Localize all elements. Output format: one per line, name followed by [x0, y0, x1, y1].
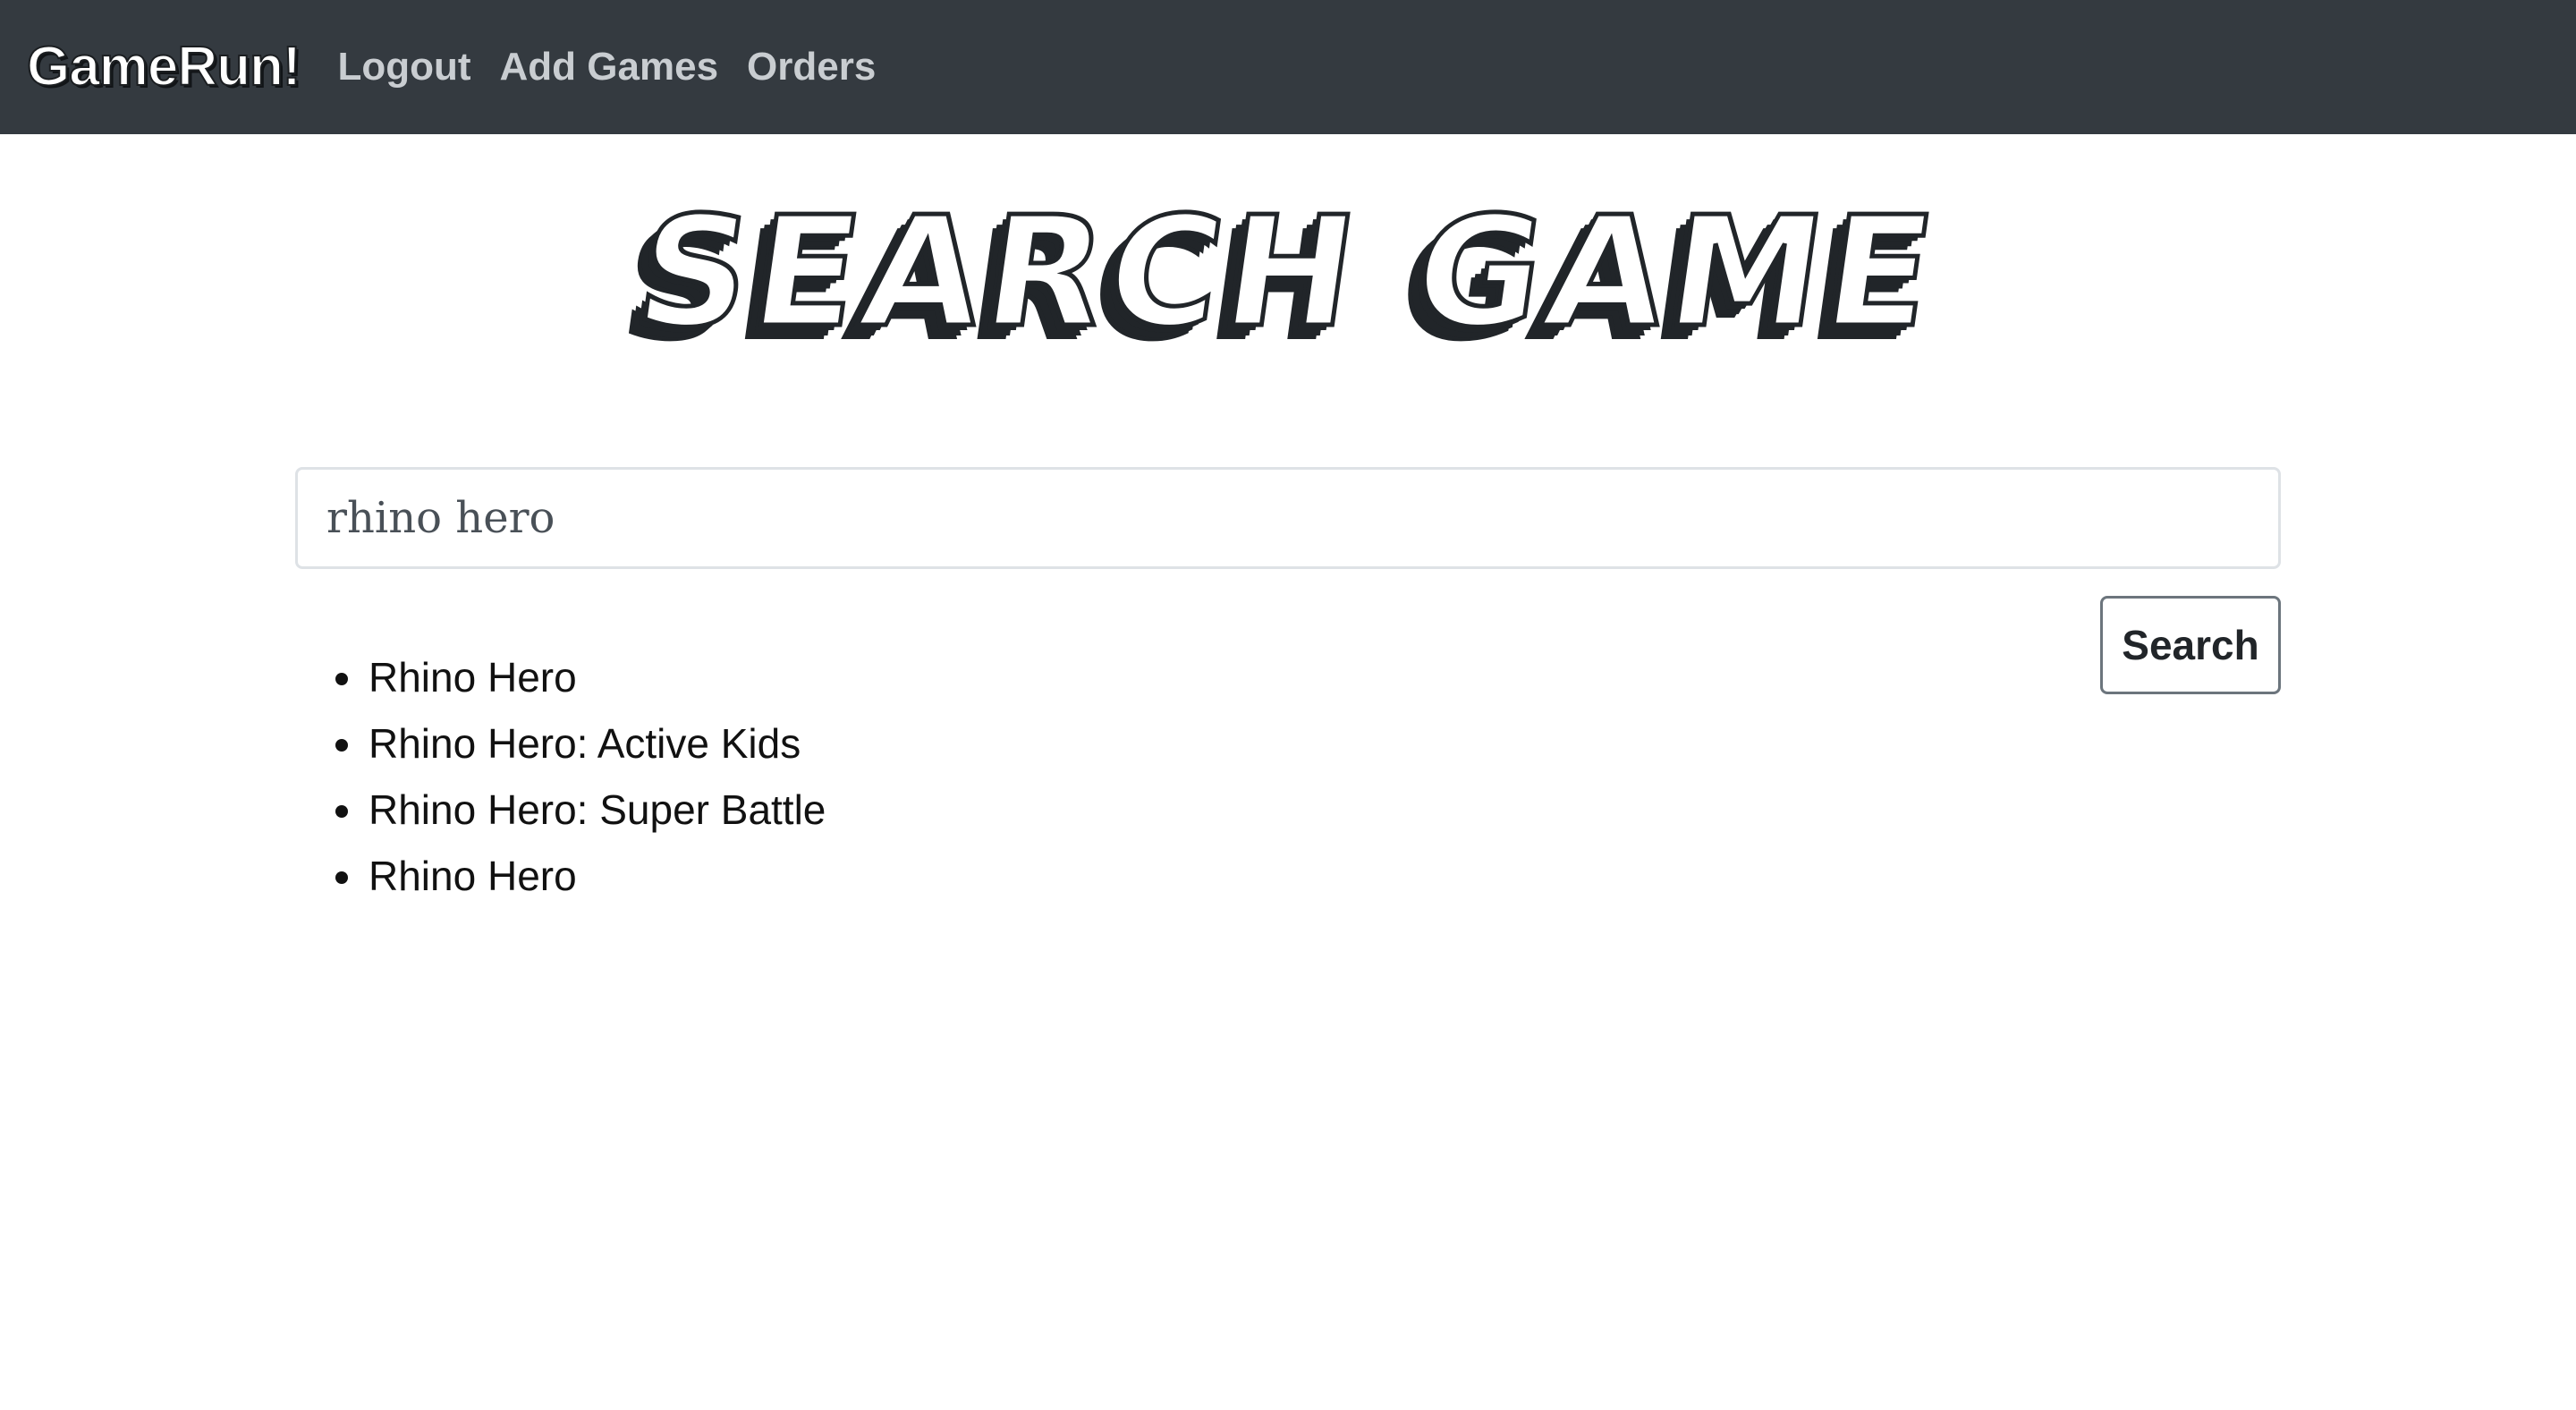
- search-button[interactable]: Search: [2100, 596, 2281, 694]
- result-item[interactable]: Rhino Hero: Super Battle: [367, 777, 826, 843]
- brand-logo[interactable]: GameRun!: [26, 38, 301, 96]
- search-input[interactable]: [295, 467, 2281, 569]
- nav-link-add-games[interactable]: Add Games: [500, 47, 719, 87]
- page-title: SEARCH GAME: [625, 183, 1951, 364]
- search-results-list: Rhino Hero Rhino Hero: Active Kids Rhino…: [295, 644, 826, 909]
- navbar: GameRun! Logout Add Games Orders: [0, 0, 2576, 134]
- nav-link-orders[interactable]: Orders: [747, 47, 876, 87]
- nav-link-logout[interactable]: Logout: [337, 47, 470, 87]
- result-item[interactable]: Rhino Hero: Active Kids: [367, 710, 826, 777]
- result-item[interactable]: Rhino Hero: [367, 644, 826, 710]
- result-item[interactable]: Rhino Hero: [367, 843, 826, 909]
